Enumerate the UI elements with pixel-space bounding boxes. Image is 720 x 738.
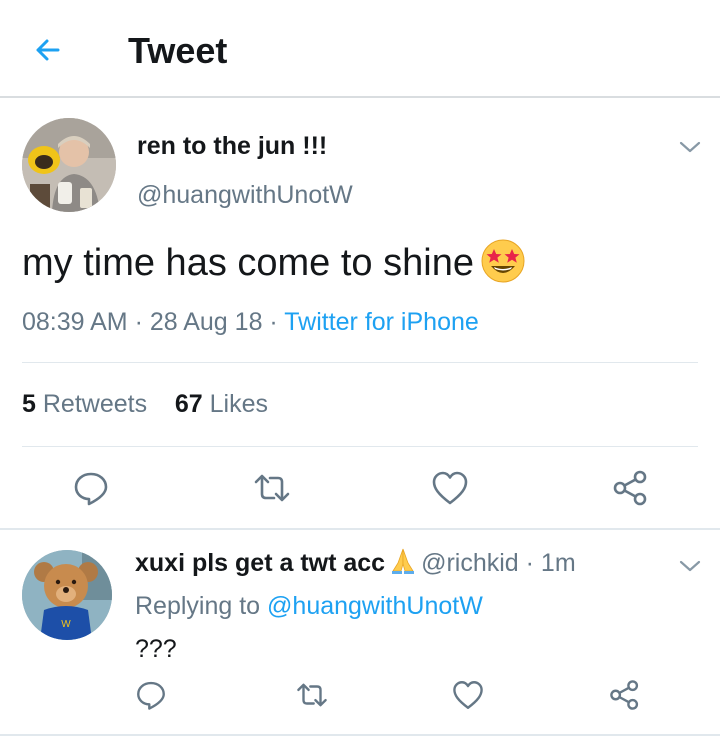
author-display-name[interactable]: ren to the jun !!! [137, 132, 327, 161]
tweet-text-content: my time has come to shine [22, 242, 474, 285]
section-divider [0, 528, 720, 530]
tweet-source-link[interactable]: Twitter for iPhone [284, 308, 479, 336]
reply-header: xuxi pls get a twt acc @richkid · 1m [135, 549, 576, 578]
retweets-count: 5 [22, 390, 36, 418]
retweet-icon[interactable] [295, 678, 329, 712]
reply-text: ??? [135, 635, 177, 663]
reply-display-name[interactable]: xuxi pls get a twt acc [135, 549, 385, 577]
folded-hands-emoji-icon [392, 549, 415, 575]
section-divider [0, 734, 720, 736]
divider [22, 446, 698, 447]
likes-label: Likes [209, 390, 269, 418]
retweets-stat[interactable]: 5 Retweets [22, 390, 147, 418]
svg-text:W: W [61, 619, 71, 630]
meta-separator: · [262, 308, 285, 336]
reply-icon[interactable] [71, 468, 111, 508]
tweet-date: 28 Aug 18 [149, 308, 263, 336]
reply-icon[interactable] [134, 678, 168, 712]
share-icon[interactable] [611, 468, 651, 508]
author-avatar[interactable] [22, 118, 116, 212]
tweet-text: my time has come to shine [22, 239, 526, 288]
tweet-time: 08:39 AM [22, 308, 128, 336]
page-title: Tweet [128, 30, 228, 71]
chevron-down-icon[interactable] [678, 140, 702, 154]
author-handle[interactable]: @huangwithUnotW [137, 181, 353, 210]
top-bar: Tweet [0, 0, 720, 98]
back-arrow-icon[interactable] [28, 30, 68, 70]
chevron-down-icon[interactable] [678, 559, 702, 573]
replying-to-handle-link[interactable]: @huangwithUnotW [267, 592, 483, 620]
retweets-label: Retweets [42, 390, 148, 418]
likes-count: 67 [174, 390, 203, 418]
reply-author-avatar[interactable]: W [22, 550, 112, 640]
share-icon[interactable] [608, 678, 642, 712]
star-struck-emoji-icon [481, 239, 525, 283]
replying-prefix: Replying to [135, 592, 261, 620]
retweet-icon[interactable] [252, 468, 292, 508]
tweet-meta: 08:39 AM · 28 Aug 18 · Twitter for iPhon… [22, 308, 479, 337]
likes-stat[interactable]: 67 Likes [175, 390, 268, 418]
divider [22, 362, 698, 363]
replying-to: Replying to @huangwithUnotW [135, 592, 483, 621]
like-heart-icon[interactable] [430, 468, 470, 508]
reply-handle-time[interactable]: @richkid · 1m [421, 549, 576, 577]
tweet-stats: 5 Retweets 67 Likes [22, 390, 268, 419]
like-heart-icon[interactable] [451, 678, 485, 712]
meta-separator: · [127, 308, 150, 336]
